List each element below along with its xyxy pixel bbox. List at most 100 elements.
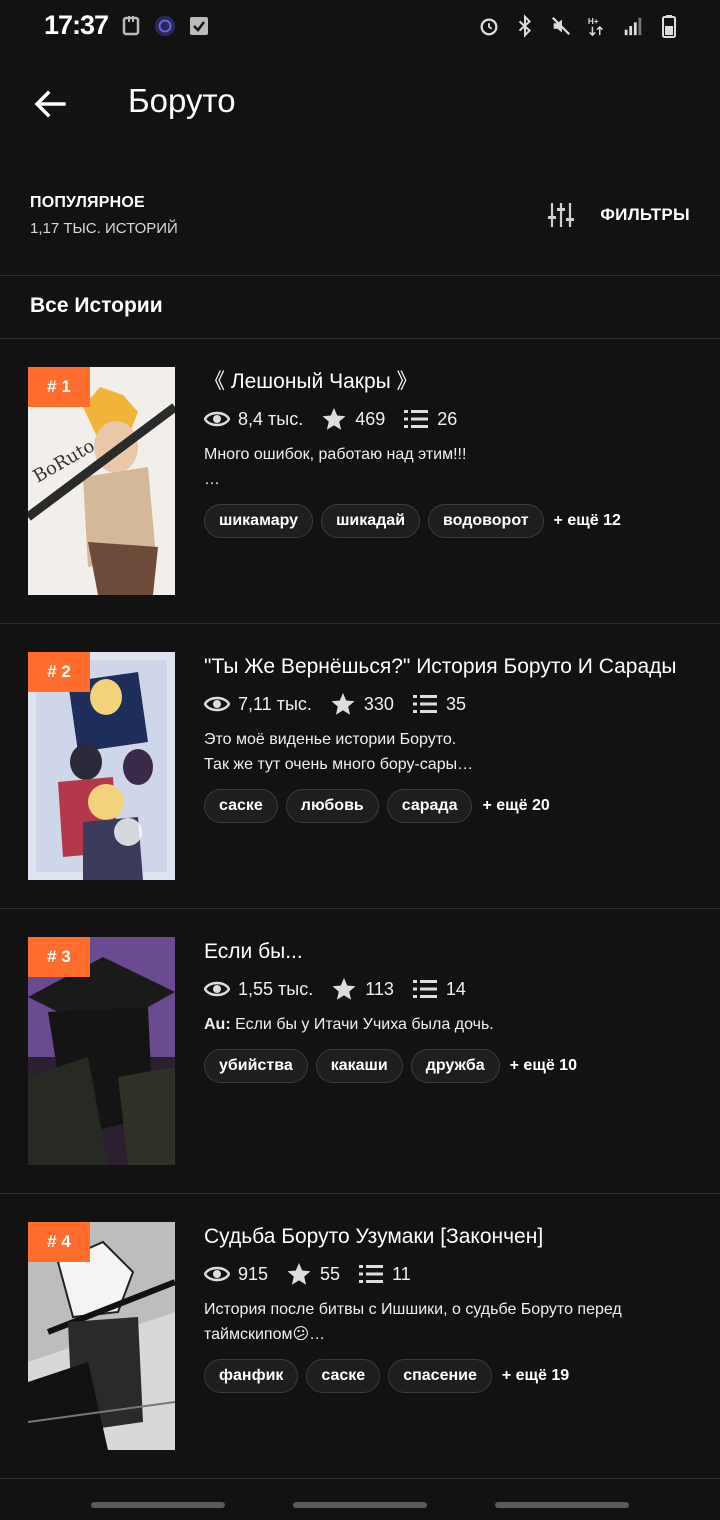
tag-chip[interactable]: спасение bbox=[388, 1359, 492, 1393]
story-card[interactable]: BoRuto # 1 《 Лешоный Чакры 》 8,4 тыс. 46… bbox=[0, 339, 720, 624]
parts-count: 35 bbox=[445, 693, 466, 714]
votes-count: 55 bbox=[320, 1263, 341, 1284]
signal-icon bbox=[624, 17, 642, 36]
views-count: 915 bbox=[238, 1263, 269, 1284]
story-title[interactable]: "Ты Же Вернёшься?" История Боруто И Сара… bbox=[204, 652, 694, 681]
votes-stat: 469 bbox=[321, 408, 385, 430]
eye-icon bbox=[204, 696, 230, 712]
star-icon bbox=[287, 1263, 311, 1285]
story-card[interactable]: # 4 Судьба Боруто Узумаки [Закончен] 915… bbox=[0, 1194, 720, 1479]
status-left-icons bbox=[120, 14, 210, 38]
tag-chip[interactable]: водоворот bbox=[428, 504, 544, 538]
story-count: 1,17 ТЫС. ИСТОРИЙ bbox=[30, 220, 178, 237]
arrow-left-icon[interactable] bbox=[26, 80, 74, 128]
story-description: История после битвы с Ишшики, о судьбе Б… bbox=[204, 1301, 622, 1343]
list-icon bbox=[412, 980, 437, 998]
alarm-icon bbox=[480, 18, 498, 36]
filter-label: ФИЛЬТРЫ bbox=[600, 205, 690, 224]
tag-chip[interactable]: любовь bbox=[285, 789, 379, 823]
story-cover-image[interactable]: # 2 bbox=[28, 652, 175, 880]
description-text: Если бы у Итачи Учиха была дочь. bbox=[230, 1016, 494, 1033]
parts-count: 26 bbox=[437, 408, 458, 429]
votes-count: 330 bbox=[363, 693, 394, 714]
tag-chip[interactable]: какаши bbox=[315, 1049, 403, 1083]
more-tags-link[interactable]: + ещё 20 bbox=[482, 797, 549, 815]
more-tags-link[interactable]: + ещё 12 bbox=[554, 512, 621, 530]
star-icon bbox=[332, 978, 356, 1000]
tag-list: убийства какаши дружба + ещё 10 bbox=[204, 1049, 694, 1083]
parts-stat: 14 bbox=[412, 978, 466, 1000]
status-time: 17:37 bbox=[44, 10, 109, 40]
star-icon bbox=[322, 408, 346, 430]
votes-count: 469 bbox=[355, 408, 386, 429]
nav-handle-right[interactable] bbox=[495, 1502, 629, 1508]
parts-stat: 11 bbox=[358, 1263, 411, 1285]
tag-list: саске любовь сарада + ещё 20 bbox=[204, 789, 694, 823]
tag-chip[interactable]: саске bbox=[204, 789, 278, 823]
eye-icon bbox=[204, 981, 230, 997]
sort-label[interactable]: ПОПУЛЯРНОЕ bbox=[30, 194, 145, 212]
story-body: "Ты Же Вернёшься?" История Боруто И Сара… bbox=[204, 652, 694, 823]
views-count: 8,4 тыс. bbox=[238, 408, 304, 429]
views-stat: 1,55 тыс. bbox=[204, 978, 313, 1000]
rank-badge: # 1 bbox=[28, 367, 90, 407]
tag-chip[interactable]: убийства bbox=[204, 1049, 308, 1083]
more-tags-link[interactable]: + ещё 19 bbox=[502, 1367, 569, 1385]
story-cover-image[interactable]: # 4 bbox=[28, 1222, 175, 1450]
more-tags-link[interactable]: + ещё 10 bbox=[510, 1057, 577, 1075]
story-description: Au: Если бы у Итачи Учиха была дочь. bbox=[204, 1012, 694, 1037]
votes-stat: 113 bbox=[331, 978, 394, 1000]
story-stats: 8,4 тыс. 469 26 bbox=[204, 404, 694, 434]
story-description: Это моё виденье истории Боруто. Так же т… bbox=[204, 731, 474, 773]
rank-badge: # 4 bbox=[28, 1222, 90, 1262]
nav-handle-center[interactable] bbox=[293, 1502, 427, 1508]
filter-button[interactable]: ФИЛЬТРЫ bbox=[546, 198, 690, 232]
tag-chip[interactable]: дружба bbox=[410, 1049, 500, 1083]
nav-handle-left[interactable] bbox=[91, 1502, 225, 1508]
star-icon bbox=[331, 693, 355, 715]
story-cover-image[interactable]: # 3 bbox=[28, 937, 175, 1165]
bluetooth-icon bbox=[518, 14, 532, 38]
app-bar: Боруто bbox=[0, 56, 720, 152]
story-card[interactable]: # 2 "Ты Же Вернёшься?" История Боруто И … bbox=[0, 624, 720, 909]
usb-icon bbox=[122, 16, 140, 36]
battery-icon bbox=[662, 15, 676, 38]
views-stat: 915 bbox=[204, 1263, 268, 1285]
section-title: Все Истории bbox=[30, 294, 163, 317]
story-stats: 915 55 11 bbox=[204, 1259, 694, 1289]
parts-stat: 35 bbox=[412, 693, 466, 715]
votes-stat: 330 bbox=[330, 693, 394, 715]
story-title[interactable]: Судьба Боруто Узумаки [Закончен] bbox=[204, 1222, 694, 1251]
tag-chip[interactable]: саске bbox=[306, 1359, 381, 1393]
tag-list: фанфик саске спасение + ещё 19 bbox=[204, 1359, 694, 1393]
list-icon bbox=[359, 1265, 384, 1283]
description-prefix: Au: bbox=[204, 1016, 231, 1033]
story-stats: 7,11 тыс. 330 35 bbox=[204, 689, 694, 719]
story-stats: 1,55 тыс. 113 14 bbox=[204, 974, 694, 1004]
parts-count: 14 bbox=[445, 978, 466, 999]
story-body: Судьба Боруто Узумаки [Закончен] 915 55 … bbox=[204, 1222, 694, 1393]
sliders-icon bbox=[548, 203, 575, 227]
rank-badge: # 2 bbox=[28, 652, 90, 692]
check-icon bbox=[190, 17, 208, 35]
page-title: Боруто bbox=[128, 82, 236, 119]
story-description: Много ошибок, работаю над этим!!! … bbox=[204, 446, 467, 488]
eye-icon bbox=[204, 1266, 230, 1282]
views-count: 7,11 тыс. bbox=[238, 693, 312, 714]
story-card[interactable]: # 3 Если бы... 1,55 тыс. 113 14 Au: Если… bbox=[0, 909, 720, 1194]
tag-list: шикамару шикадай водоворот + ещё 12 bbox=[204, 504, 694, 538]
story-cover-image[interactable]: BoRuto # 1 bbox=[28, 367, 175, 595]
sort-bar: ПОПУЛЯРНОЕ 1,17 ТЫС. ИСТОРИЙ ФИЛЬТРЫ bbox=[0, 180, 720, 276]
story-body: Если бы... 1,55 тыс. 113 14 Au: Если бы … bbox=[204, 937, 694, 1083]
status-bar: 17:37 H+ bbox=[0, 0, 720, 56]
story-title[interactable]: 《 Лешоный Чакры 》 bbox=[204, 367, 694, 396]
tag-chip[interactable]: шикадай bbox=[321, 504, 421, 538]
parts-count: 11 bbox=[392, 1263, 411, 1284]
tag-chip[interactable]: сарада bbox=[386, 789, 473, 823]
tag-chip[interactable]: фанфик bbox=[204, 1359, 299, 1393]
svg-text:H+: H+ bbox=[588, 17, 599, 26]
tag-chip[interactable]: шикамару bbox=[204, 504, 314, 538]
status-right-icons: H+ bbox=[478, 14, 680, 38]
votes-stat: 55 bbox=[286, 1263, 340, 1285]
story-title[interactable]: Если бы... bbox=[204, 937, 694, 966]
